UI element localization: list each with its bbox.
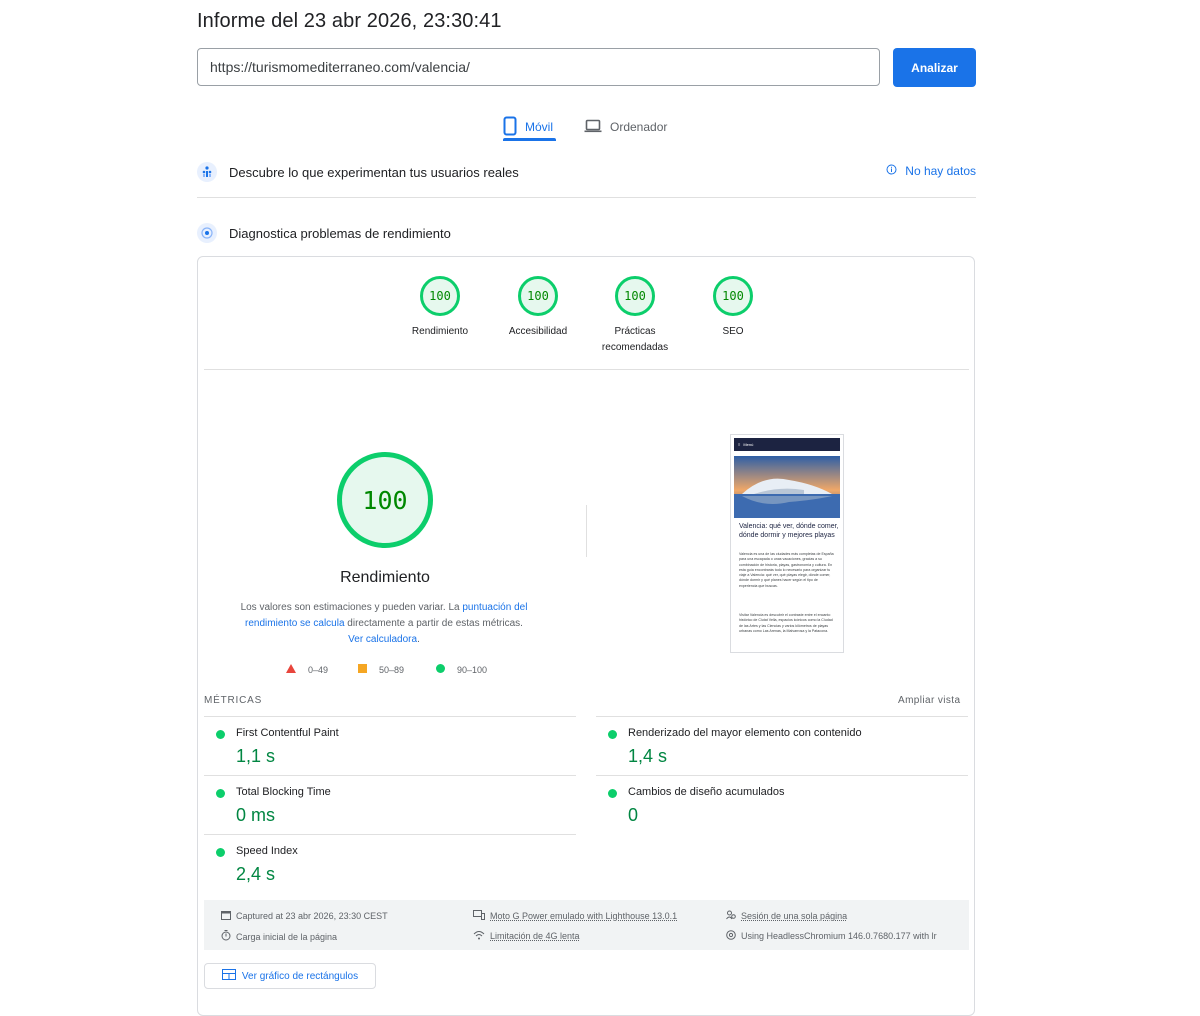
legend-average-label: 50–89 [379, 664, 405, 675]
browser-label: Using HeadlessChromium 146.0.7680.177 wi… [741, 931, 937, 941]
pass-dot-icon [216, 789, 225, 798]
pass-dot-icon [216, 848, 225, 857]
pass-dot-icon [608, 789, 617, 798]
treemap-icon [221, 969, 236, 983]
metric-label: Renderizado del mayor elemento con conte… [628, 727, 862, 739]
square-icon [358, 664, 367, 675]
metric-label: Speed Index [236, 845, 298, 857]
metric-value: 0 [628, 805, 639, 825]
runtime-settings: Captured at 23 abr 2026, 23:30 CEST Moto… [204, 900, 969, 950]
treemap-label: Ver gráfico de rectángulos [241, 970, 359, 982]
desc-text: Los valores son estimaciones y pueden va… [240, 602, 463, 613]
no-data-label: No hay datos [905, 164, 976, 178]
throttling-label: Limitación de 4G lenta [490, 931, 580, 941]
legend-pass-label: 90–100 [457, 664, 488, 675]
metric-lcp: Renderizado del mayor elemento con conte… [596, 717, 968, 775]
legend-fail: 0–49 [286, 664, 328, 675]
throttling-info[interactable]: Limitación de 4G lenta [473, 930, 580, 942]
no-data-link[interactable]: No hay datos [886, 164, 976, 178]
active-tab-indicator [503, 138, 556, 141]
performance-description: Los valores son estimaciones y pueden va… [238, 600, 530, 648]
timer-icon [221, 930, 231, 943]
url-input[interactable] [197, 48, 880, 86]
best-practices-gauge[interactable]: 100 [615, 276, 655, 316]
analyze-button[interactable]: Analizar [893, 48, 976, 87]
report-title: Informe del 23 abr 2026, 23:30:41 [197, 10, 502, 32]
divider [197, 197, 976, 198]
laptop-icon [584, 119, 602, 136]
metrics-heading: MÉTRICAS [204, 695, 263, 706]
accessibility-gauge-label: Accesibilidad [508, 326, 568, 337]
metric-value: 0 ms [236, 805, 276, 825]
tab-desktop[interactable]: Ordenador [584, 112, 667, 142]
field-data-header: Descubre lo que experimentan tus usuario… [197, 157, 976, 187]
device-label: Moto G Power emulado with Lighthouse 13.… [490, 911, 678, 921]
expand-view-toggle[interactable]: Ampliar vista [898, 695, 960, 706]
metric-value: 1,1 s [236, 746, 276, 766]
legend-average: 50–89 [358, 664, 404, 675]
chrome-icon [726, 930, 736, 942]
view-treemap-button[interactable]: Ver gráfico de rectángulos [204, 963, 376, 989]
circle-icon [436, 664, 445, 675]
session-label: Sesión de una sola página [741, 911, 848, 921]
tab-mobile-label: Móvil [525, 120, 554, 134]
divider [204, 369, 969, 370]
menu-icon: ≡ [738, 442, 741, 447]
seo-gauge-label: SEO [722, 326, 744, 337]
diagnostics-icon [197, 223, 217, 243]
tab-desktop-label: Ordenador [610, 120, 668, 134]
captured-info: Captured at 23 abr 2026, 23:30 CEST [221, 910, 388, 922]
valencia-photo [734, 456, 840, 518]
seo-gauge[interactable]: 100 [713, 276, 753, 316]
metric-label: First Contentful Paint [236, 727, 339, 739]
load-label: Carga inicial de la página [236, 931, 338, 942]
device-info[interactable]: Moto G Power emulado with Lighthouse 13.… [473, 910, 677, 922]
triangle-icon [286, 664, 296, 675]
session-info[interactable]: Sesión de una sola página [726, 910, 847, 922]
screenshot-menu-label: Menú [743, 442, 754, 447]
captured-label: Captured at 23 abr 2026, 23:30 CEST [236, 911, 388, 921]
performance-gauge-label: Rendimiento [411, 326, 469, 337]
screenshot-navbar: ≡ Menú [734, 438, 840, 451]
performance-gauge[interactable]: 100 [420, 276, 460, 316]
field-data-title: Descubre lo que experimentan tus usuario… [229, 164, 519, 180]
calculator-link[interactable]: Ver calculadora [348, 634, 417, 645]
metric-label: Cambios de diseño acumulados [628, 786, 785, 798]
metric-label: Total Blocking Time [236, 786, 331, 798]
people-icon [726, 910, 736, 922]
legend-fail-label: 0–49 [308, 664, 329, 675]
desc-text: directamente a partir de estas métricas. [344, 618, 523, 629]
lab-data-header: Diagnostica problemas de rendimiento [197, 218, 976, 248]
legend-pass: 90–100 [436, 664, 487, 675]
calendar-icon [221, 910, 231, 922]
metric-tbt: Total Blocking Time 0 ms [204, 776, 576, 834]
signal-icon [473, 930, 485, 942]
desc-text: . [417, 634, 420, 645]
devices-icon [473, 910, 485, 922]
load-info: Carga inicial de la página [221, 930, 337, 943]
performance-title: Rendimiento [340, 569, 430, 586]
mobile-icon [503, 116, 517, 139]
info-icon [886, 164, 897, 178]
browser-info: Using HeadlessChromium 146.0.7680.177 wi… [726, 930, 937, 942]
metric-value: 2,4 s [236, 864, 276, 884]
pass-dot-icon [608, 730, 617, 739]
screenshot-paragraph: Valencia es una de las ciudades más comp… [739, 552, 834, 588]
pass-dot-icon [216, 730, 225, 739]
best-practices-gauge-label: Prácticas recomendadas [601, 326, 669, 353]
metric-fcp: First Contentful Paint 1,1 s [204, 717, 576, 775]
metric-si: Speed Index 2,4 s [204, 835, 576, 893]
accessibility-gauge[interactable]: 100 [518, 276, 558, 316]
metric-cls: Cambios de diseño acumulados 0 [596, 776, 968, 834]
divider [586, 505, 587, 557]
lab-data-title: Diagnostica problemas de rendimiento [229, 225, 451, 241]
performance-score-gauge: 100 [337, 452, 433, 548]
screenshot-paragraph: Visitar Valencia es descubrir el contras… [739, 613, 833, 633]
screenshot-heading: Valencia: qué ver, dónde comer, dónde do… [739, 523, 839, 539]
final-screenshot[interactable]: ≡ Menú Valencia: qué ver, dónde comer, dó… [730, 434, 844, 653]
users-icon [197, 162, 217, 182]
metric-value: 1,4 s [628, 746, 668, 766]
